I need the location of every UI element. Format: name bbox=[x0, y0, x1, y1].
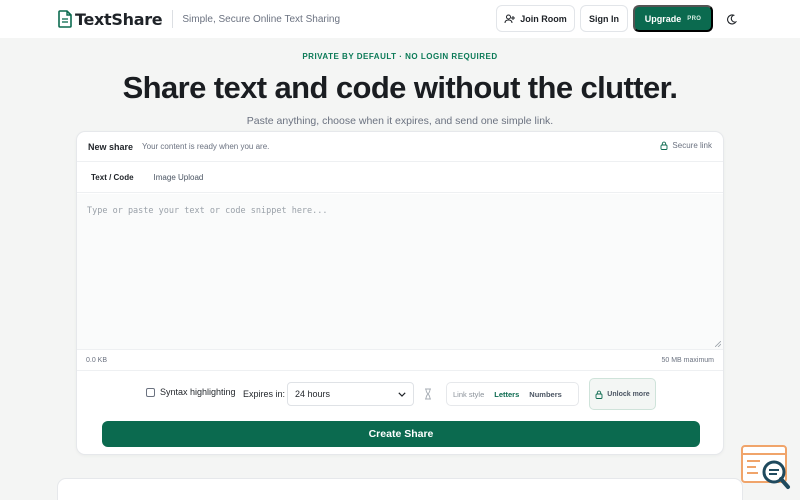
expires-select[interactable]: 24 hours bbox=[287, 382, 414, 406]
tab-image-upload[interactable]: Image Upload bbox=[146, 169, 212, 186]
search-help-widget-icon[interactable] bbox=[740, 443, 792, 493]
secure-link-indicator: Secure link bbox=[660, 141, 712, 150]
syntax-label: Syntax highlighting bbox=[160, 387, 236, 397]
hero-subtitle: Paste anything, choose when it expires, … bbox=[246, 115, 554, 127]
syntax-checkbox[interactable] bbox=[146, 387, 155, 397]
link-style-label: Link style bbox=[453, 389, 485, 399]
top-bar: TextShare Simple, Secure Online Text Sha… bbox=[0, 0, 800, 38]
hero-eyebrow: PRIVATE BY DEFAULT · NO LOGIN REQUIRED bbox=[302, 52, 498, 61]
brand[interactable]: TextShare Simple, Secure Online Text Sha… bbox=[58, 8, 340, 30]
brand-name: TextShare bbox=[75, 9, 163, 29]
expires-value: 24 hours bbox=[295, 389, 331, 399]
unlock-more-button[interactable]: Unlock more bbox=[589, 378, 656, 410]
card-header: New share Your content is ready when you… bbox=[77, 132, 723, 162]
link-style-numbers[interactable]: Numbers bbox=[529, 390, 562, 399]
theme-toggle-button[interactable] bbox=[720, 8, 742, 30]
text-input[interactable] bbox=[77, 194, 723, 349]
brand-divider bbox=[172, 10, 174, 28]
share-card: New share Your content is ready when you… bbox=[76, 131, 724, 455]
size-meta: 0.0 KB 50 MB maximum bbox=[77, 351, 723, 371]
sign-in-button[interactable]: Sign In bbox=[580, 5, 628, 32]
link-style-letters[interactable]: Letters bbox=[494, 390, 519, 399]
content-tabs: Text / Code Image Upload bbox=[77, 163, 723, 193]
syntax-highlighting-toggle[interactable]: Syntax highlighting bbox=[146, 387, 236, 397]
share-options: Syntax highlighting Expires in: 24 hours… bbox=[77, 378, 723, 410]
create-share-label: Create Share bbox=[368, 428, 434, 440]
upgrade-button[interactable]: Upgrade PRO bbox=[633, 5, 713, 32]
upgrade-label: Upgrade bbox=[644, 13, 682, 24]
resize-handle-icon[interactable] bbox=[715, 341, 721, 347]
create-share-button[interactable]: Create Share bbox=[102, 421, 700, 447]
join-room-button[interactable]: Join Room bbox=[496, 5, 575, 32]
unlock-more-label: Unlock more bbox=[607, 390, 650, 398]
lower-section-card bbox=[57, 478, 743, 500]
pro-badge: PRO bbox=[687, 15, 702, 22]
card-subtitle: Your content is ready when you are. bbox=[142, 142, 270, 151]
editor-area bbox=[77, 194, 723, 350]
moon-icon bbox=[726, 13, 737, 24]
add-user-icon bbox=[504, 14, 516, 23]
size-used: 0.0 KB bbox=[86, 357, 108, 364]
join-room-label: Join Room bbox=[520, 13, 567, 24]
lock-icon bbox=[595, 390, 603, 399]
expires-label: Expires in: bbox=[243, 389, 286, 399]
hero-title: Share text and code without the clutter. bbox=[122, 70, 678, 105]
card-title: New share bbox=[88, 141, 134, 152]
chevron-down-icon bbox=[398, 391, 406, 397]
tab-text-code[interactable]: Text / Code bbox=[83, 169, 142, 186]
sign-in-label: Sign In bbox=[589, 13, 619, 24]
secure-link-label: Secure link bbox=[672, 141, 712, 150]
brand-tagline: Simple, Secure Online Text Sharing bbox=[182, 13, 341, 25]
lock-icon bbox=[660, 141, 668, 150]
timer-icon bbox=[425, 388, 431, 400]
document-icon bbox=[58, 10, 72, 28]
size-max: 50 MB maximum bbox=[661, 357, 714, 364]
link-style-selector: Link style Letters Numbers bbox=[446, 382, 579, 406]
